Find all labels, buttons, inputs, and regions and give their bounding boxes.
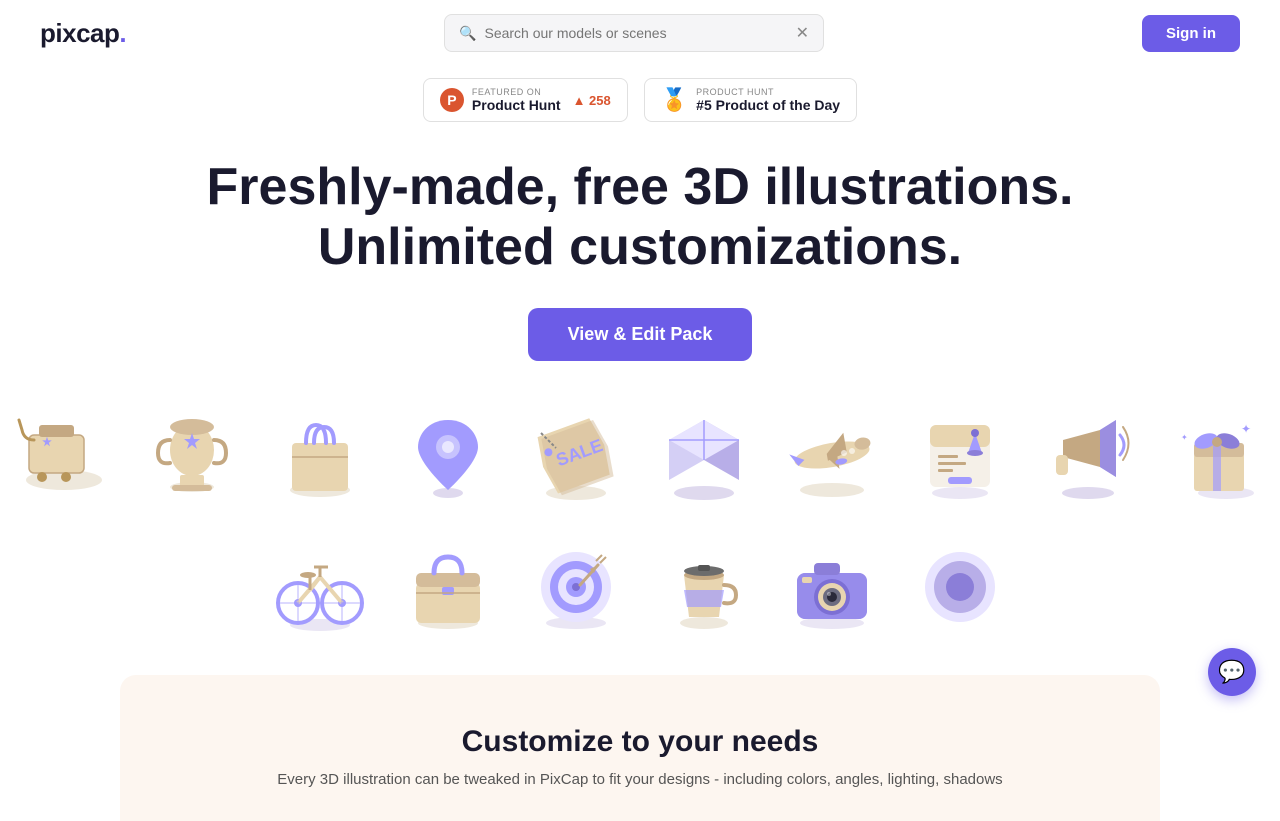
toolbox-illustration[interactable] [388,525,508,645]
target-illustration[interactable] [516,525,636,645]
hero-section: Freshly-made, free 3D illustrations. Unl… [0,122,1280,371]
product-of-day-badge[interactable]: 🏅 PRODUCT HUNT #5 Product of the Day [644,78,857,122]
clear-icon[interactable]: ✕ [796,23,809,43]
pod-name: #5 Product of the Day [696,97,840,113]
logo[interactable]: pixcap. [40,18,126,49]
reminder-illustration[interactable] [900,395,1020,515]
chat-bubble[interactable]: 💬 [1208,648,1256,696]
hero-title-line2: Unlimited customizations. [318,218,962,276]
sale-tag-illustration[interactable]: SALE [516,395,636,515]
location-pin-illustration[interactable] [388,395,508,515]
medal-icon: 🏅 [661,87,688,113]
customize-description: Every 3D illustration can be tweaked in … [150,769,1130,792]
megaphone-illustration[interactable] [1028,395,1148,515]
pod-hunt-label: PRODUCT HUNT [696,87,840,97]
chat-icon: 💬 [1218,659,1245,685]
hero-title: Freshly-made, free 3D illustrations. Unl… [20,158,1260,278]
illustrations-section: SALE [0,371,1280,655]
illustration-row-1: SALE [0,395,1280,515]
customize-title: Customize to your needs [150,725,1130,759]
search-icon: 🔍 [459,25,476,42]
pod-badge-info: PRODUCT HUNT #5 Product of the Day [696,87,840,113]
shopping-cart-illustration[interactable] [4,395,124,515]
trophy-illustration[interactable] [132,395,252,515]
ph-count: ▲ 258 [573,93,611,108]
signin-button[interactable]: Sign in [1142,15,1240,52]
producthunt-badge[interactable]: P FEATURED ON Product Hunt ▲ 258 [423,78,628,122]
search-bar: 🔍 ✕ [444,14,824,52]
navbar: pixcap. 🔍 ✕ Sign in [0,0,1280,66]
bicycle-illustration[interactable] [260,525,380,645]
ph-badge-info: FEATURED ON Product Hunt [472,87,561,113]
search-input[interactable] [484,25,787,41]
ph-featured-label: FEATURED ON [472,87,561,97]
camera-illustration[interactable] [772,525,892,645]
hero-title-line1: Freshly-made, free 3D illustrations. [207,158,1074,216]
cta-button[interactable]: View & Edit Pack [528,308,753,361]
customize-section: Customize to your needs Every 3D illustr… [120,675,1160,821]
svg-text:✦: ✦ [1241,422,1251,436]
logo-dot: . [119,18,126,48]
ph-name: Product Hunt [472,97,561,113]
partial-illustration[interactable] [900,525,1020,645]
airplane-illustration[interactable] [772,395,892,515]
svg-text:✦: ✦ [1181,433,1188,442]
shopping-bag-illustration[interactable] [260,395,380,515]
coffee-cup-illustration[interactable] [644,525,764,645]
gift-illustration[interactable]: ✦ ✦ [1156,395,1276,515]
illustration-row-2 [0,525,1280,645]
ph-icon: P [440,88,464,112]
crate-illustration[interactable] [644,395,764,515]
badges-row: P FEATURED ON Product Hunt ▲ 258 🏅 PRODU… [0,78,1280,122]
